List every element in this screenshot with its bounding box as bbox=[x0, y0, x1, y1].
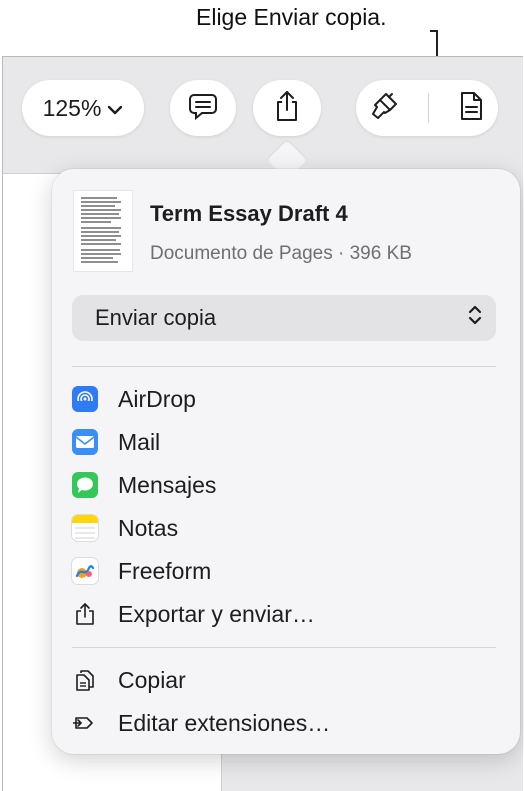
share-icon bbox=[273, 89, 301, 128]
comment-icon bbox=[188, 92, 218, 125]
messages-icon bbox=[72, 472, 98, 498]
edit-extensions-action[interactable]: Editar extensiones… bbox=[72, 703, 496, 743]
share-target-messages[interactable]: Mensajes bbox=[72, 465, 496, 505]
document-thumbnail bbox=[74, 191, 132, 271]
document-title: Term Essay Draft 4 bbox=[150, 201, 348, 226]
airdrop-icon bbox=[72, 386, 98, 412]
extensions-icon bbox=[72, 710, 98, 736]
share-popover: Term Essay Draft 4 Documento de Pages · … bbox=[52, 169, 520, 754]
zoom-button[interactable]: 125% bbox=[22, 80, 144, 136]
divider bbox=[72, 647, 496, 648]
callout-label: Elige Enviar copia. bbox=[196, 4, 387, 30]
format-button-group bbox=[356, 80, 498, 136]
export-icon bbox=[72, 601, 98, 627]
share-target-mail[interactable]: Mail bbox=[72, 422, 496, 462]
copy-action[interactable]: Copiar bbox=[72, 660, 496, 700]
toolbar-separator bbox=[428, 93, 430, 123]
share-target-notes[interactable]: Notas bbox=[72, 508, 496, 548]
document-icon[interactable] bbox=[458, 90, 484, 127]
copy-label: Copiar bbox=[118, 666, 186, 693]
up-down-chevron-icon bbox=[468, 304, 482, 332]
mail-icon bbox=[72, 429, 98, 455]
notes-icon bbox=[72, 515, 98, 541]
freeform-icon bbox=[72, 558, 98, 584]
paintbrush-icon[interactable] bbox=[370, 90, 400, 127]
share-target-label: Freeform bbox=[118, 557, 212, 584]
share-target-label: Mail bbox=[118, 428, 161, 455]
document-subtitle: Documento de Pages · 396 KB bbox=[150, 243, 412, 264]
share-button[interactable] bbox=[253, 80, 321, 136]
copy-icon bbox=[72, 667, 98, 693]
zoom-label: 125% bbox=[42, 94, 102, 121]
share-target-label: Notas bbox=[118, 514, 179, 541]
chevron-down-icon bbox=[107, 95, 123, 122]
share-target-label: Mensajes bbox=[118, 471, 217, 498]
send-mode-select[interactable]: Enviar copia bbox=[72, 295, 496, 341]
share-target-label: Exportar y enviar… bbox=[118, 600, 315, 627]
share-target-freeform[interactable]: Freeform bbox=[72, 551, 496, 591]
share-target-export[interactable]: Exportar y enviar… bbox=[72, 594, 496, 634]
edit-extensions-label: Editar extensiones… bbox=[118, 709, 331, 736]
share-target-airdrop[interactable]: AirDrop bbox=[72, 379, 496, 419]
send-mode-value: Enviar copia bbox=[95, 305, 217, 330]
comment-button[interactable] bbox=[170, 80, 236, 136]
share-target-label: AirDrop bbox=[118, 385, 196, 412]
divider bbox=[72, 366, 496, 367]
